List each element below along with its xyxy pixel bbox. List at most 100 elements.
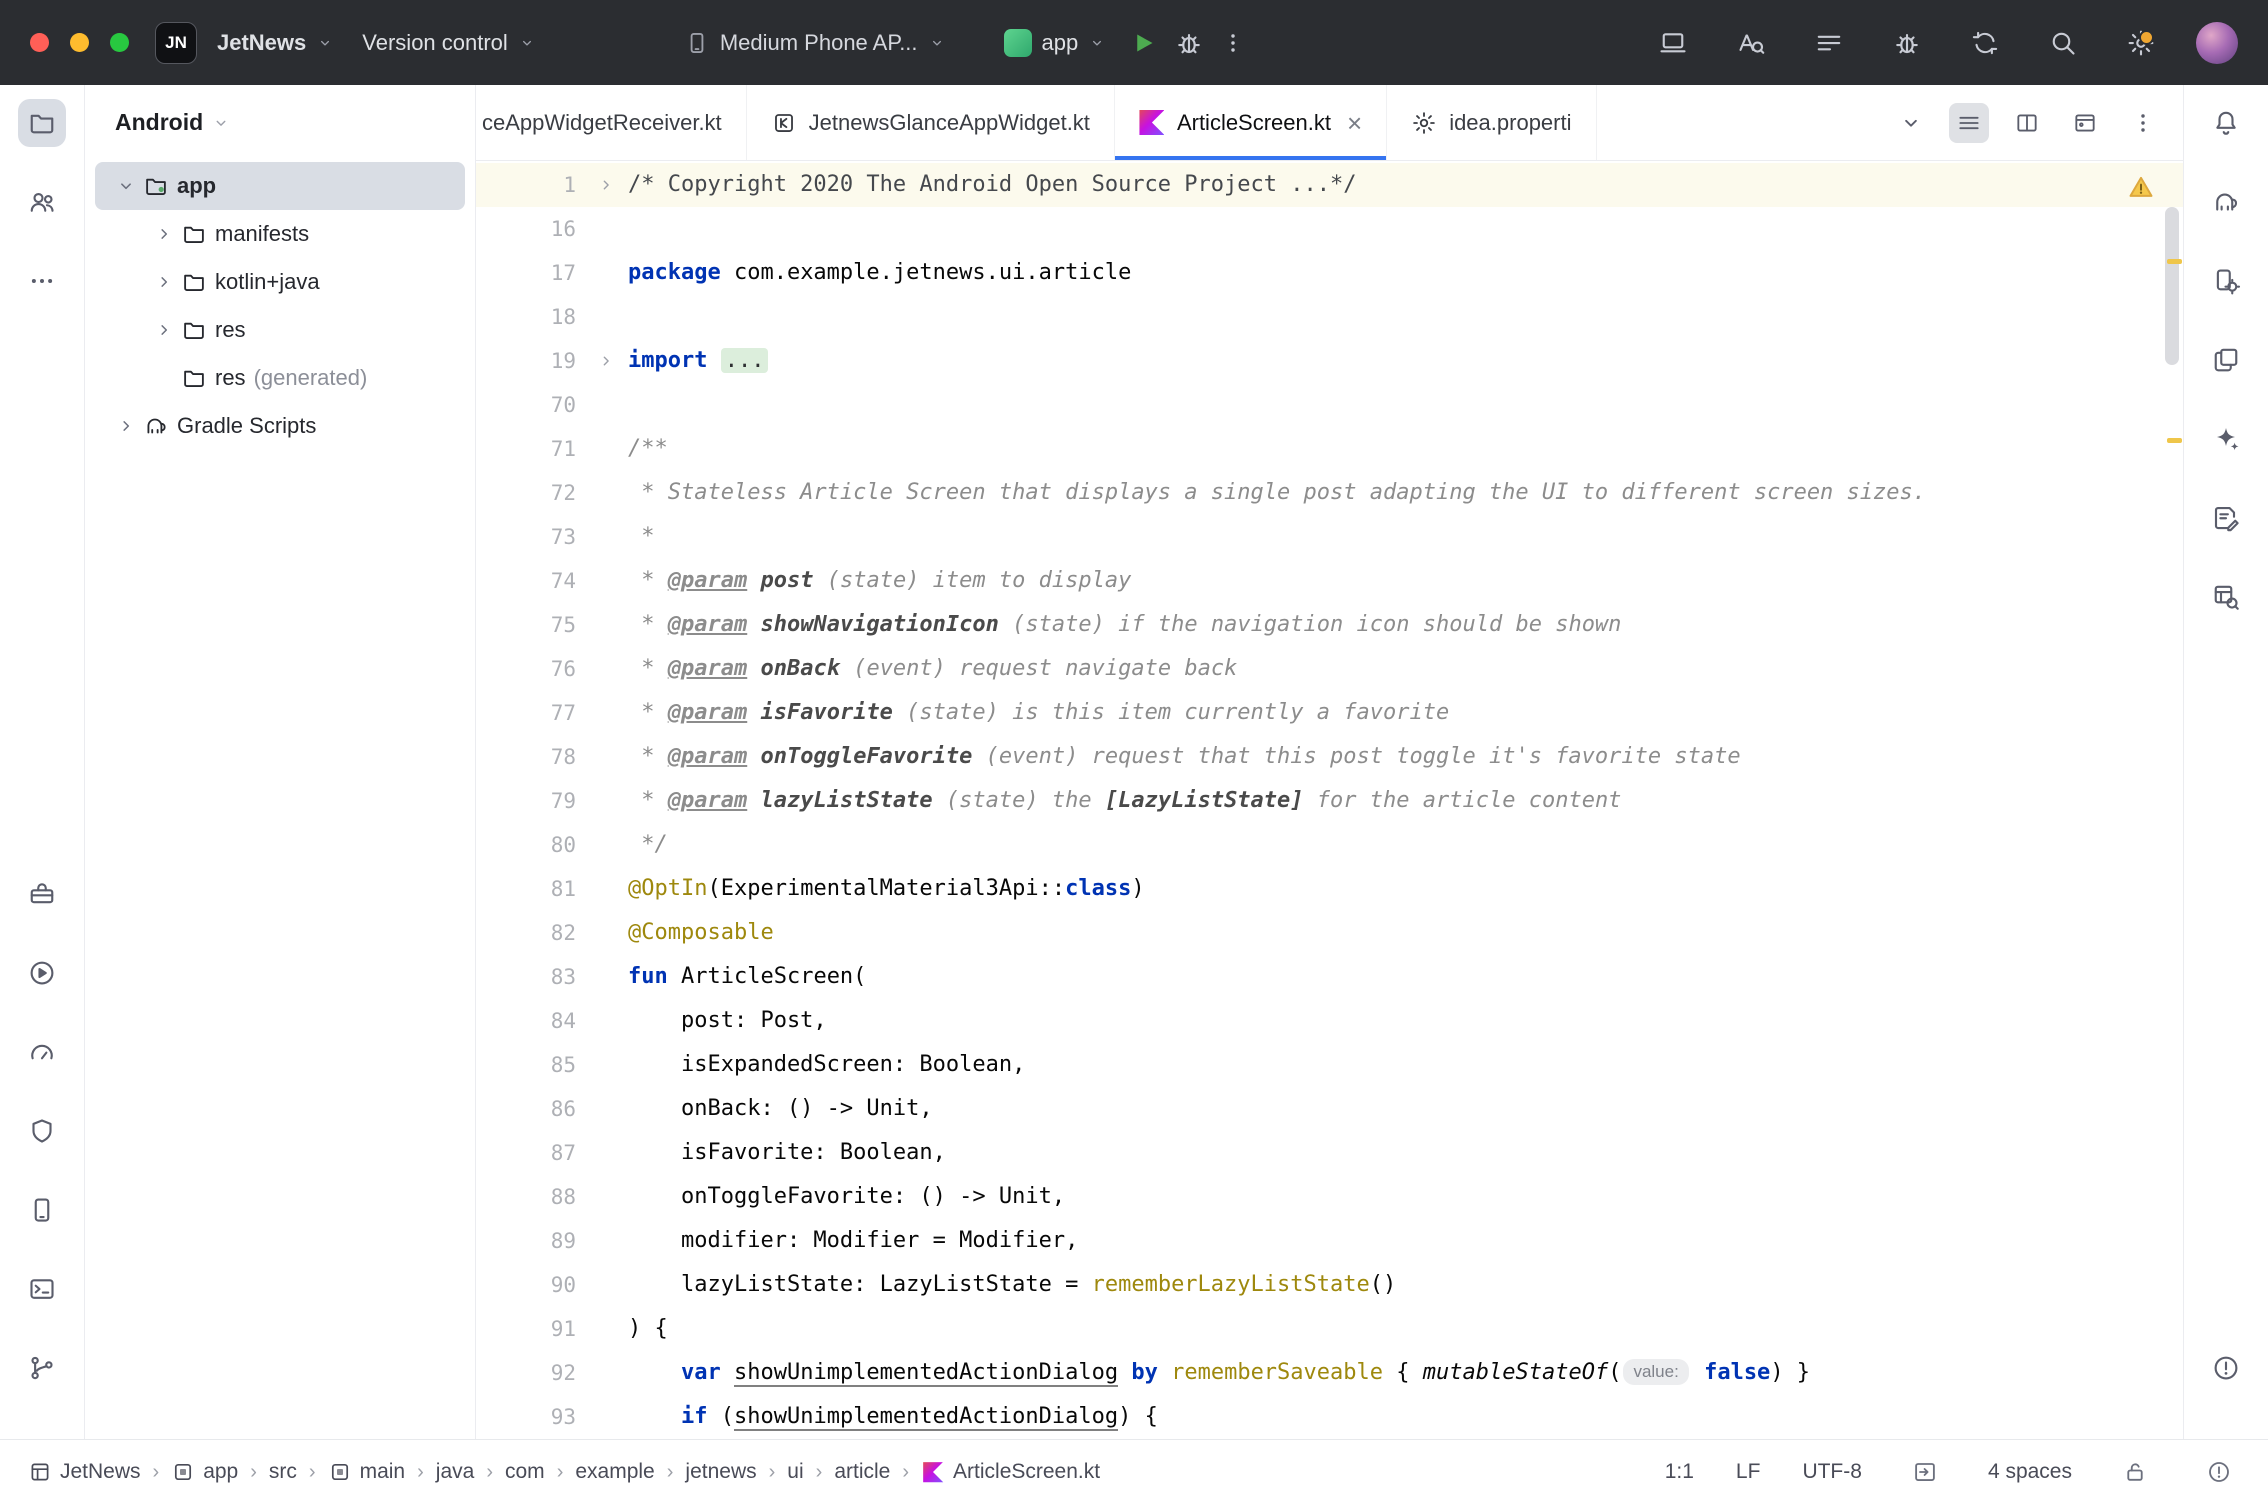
build-variants-toolwindow-button[interactable] xyxy=(2202,336,2250,384)
breadcrumb-com[interactable]: com xyxy=(505,1460,545,1484)
hidden-tabs-button[interactable] xyxy=(1891,103,1931,143)
tree-item-kotlin-java[interactable]: kotlin+java xyxy=(95,258,465,306)
running-devices-toolwindow-button[interactable] xyxy=(2202,494,2250,542)
collab-toolwindow-button[interactable] xyxy=(18,178,66,226)
caret-position[interactable]: 1:1 xyxy=(1665,1460,1694,1484)
chevron-right-icon[interactable] xyxy=(147,271,181,293)
tree-item-manifests[interactable]: manifests xyxy=(95,210,465,258)
code-line-71[interactable]: 71/** xyxy=(476,427,2183,471)
breadcrumb-ui[interactable]: ui xyxy=(787,1460,803,1484)
build-toolwindow-button[interactable] xyxy=(18,870,66,918)
search-everywhere-button[interactable] xyxy=(2040,20,2086,66)
run-button[interactable] xyxy=(1120,20,1166,66)
version-control-toolwindow-button[interactable] xyxy=(18,1344,66,1392)
code-line-88[interactable]: 88 onToggleFavorite: () -> Unit, xyxy=(476,1175,2183,1219)
fold-chevron-icon[interactable] xyxy=(584,339,628,383)
indent-button[interactable] xyxy=(1904,1451,1946,1493)
code-line-82[interactable]: 82@Composable xyxy=(476,911,2183,955)
code-line-89[interactable]: 89 modifier: Modifier = Modifier, xyxy=(476,1219,2183,1263)
code-line-75[interactable]: 75 * @param showNavigationIcon (state) i… xyxy=(476,603,2183,647)
indent-size[interactable]: 4 spaces xyxy=(1988,1460,2072,1484)
zoom-button[interactable] xyxy=(110,33,129,52)
settings-button[interactable] xyxy=(2118,20,2164,66)
code-line-79[interactable]: 79 * @param lazyListState (state) the [L… xyxy=(476,779,2183,823)
code-line-70[interactable]: 70 xyxy=(476,383,2183,427)
code-line-77[interactable]: 77 * @param isFavorite (state) is this i… xyxy=(476,691,2183,735)
code-line-16[interactable]: 16 xyxy=(476,207,2183,251)
editor-tab-ceappwidgetreceiver-kt[interactable]: ceAppWidgetReceiver.kt xyxy=(476,85,747,160)
profiler-toolwindow-button[interactable] xyxy=(18,1028,66,1076)
gradle-toolwindow-button[interactable] xyxy=(2202,178,2250,226)
breadcrumb-articlescreen-kt[interactable]: ArticleScreen.kt xyxy=(921,1460,1100,1484)
avatar[interactable] xyxy=(2196,22,2238,64)
run-tool-toolwindow-button[interactable] xyxy=(18,949,66,997)
code-line-84[interactable]: 84 post: Post, xyxy=(476,999,2183,1043)
tab-list-button[interactable] xyxy=(1949,103,1989,143)
breadcrumb-java[interactable]: java xyxy=(436,1460,475,1484)
split-editor-button[interactable] xyxy=(2007,103,2047,143)
tree-item-res[interactable]: res xyxy=(95,306,465,354)
code-line-87[interactable]: 87 isFavorite: Boolean, xyxy=(476,1131,2183,1175)
editor-preview-button[interactable] xyxy=(2065,103,2105,143)
code-line-73[interactable]: 73 * xyxy=(476,515,2183,559)
terminal-toolwindow-button[interactable] xyxy=(18,1265,66,1313)
inspect-code-button[interactable] xyxy=(1728,20,1774,66)
tree-item-res[interactable]: res(generated) xyxy=(95,354,465,402)
debug-button[interactable] xyxy=(1166,20,1212,66)
notifications-toolwindow-button[interactable] xyxy=(2202,99,2250,147)
project-view-toolwindow-button[interactable] xyxy=(18,99,66,147)
editor-tab-idea-properti[interactable]: idea.properti xyxy=(1387,85,1596,160)
project-view-selector[interactable]: Android xyxy=(85,85,475,160)
device-explorer-toolwindow-button[interactable] xyxy=(18,1186,66,1234)
close-button[interactable] xyxy=(30,33,49,52)
code-line-93[interactable]: 93 if (showUnimplementedActionDialog) { xyxy=(476,1395,2183,1439)
device-mirroring-button[interactable] xyxy=(1650,20,1696,66)
code-line-74[interactable]: 74 * @param post (state) item to display xyxy=(476,559,2183,603)
app-quality-insights-toolwindow-button[interactable] xyxy=(18,1107,66,1155)
unlock-button[interactable] xyxy=(2114,1451,2156,1493)
breadcrumb-jetnews[interactable]: JetNews xyxy=(28,1460,141,1484)
code-line-1[interactable]: 1/* Copyright 2020 The Android Open Sour… xyxy=(476,163,2183,207)
project-menu[interactable]: JetNews xyxy=(203,20,348,66)
file-encoding[interactable]: UTF-8 xyxy=(1802,1460,1862,1484)
bug-report-button[interactable] xyxy=(1884,20,1930,66)
chevron-right-icon[interactable] xyxy=(109,415,143,437)
code-line-81[interactable]: 81@OptIn(ExperimentalMaterial3Api::class… xyxy=(476,867,2183,911)
breadcrumb-article[interactable]: article xyxy=(834,1460,890,1484)
breadcrumb-src[interactable]: src xyxy=(269,1460,297,1484)
code-line-86[interactable]: 86 onBack: () -> Unit, xyxy=(476,1087,2183,1131)
run-more-button[interactable] xyxy=(1212,22,1254,64)
chevron-right-icon[interactable] xyxy=(147,319,181,341)
more-tool-windows-toolwindow-button[interactable] xyxy=(18,257,66,305)
tree-item-app[interactable]: app xyxy=(95,162,465,210)
editor-options-button[interactable] xyxy=(2123,103,2163,143)
code-line-85[interactable]: 85 isExpandedScreen: Boolean, xyxy=(476,1043,2183,1087)
task-list-button[interactable] xyxy=(1806,20,1852,66)
code-line-83[interactable]: 83fun ArticleScreen( xyxy=(476,955,2183,999)
close-tab-icon[interactable]: × xyxy=(1347,110,1362,136)
editor-scrollbar[interactable] xyxy=(2165,207,2179,365)
editor-tab-jetnewsglanceappwidget-kt[interactable]: JetnewsGlanceAppWidget.kt xyxy=(747,85,1115,160)
fold-chevron-icon[interactable] xyxy=(584,163,628,207)
breadcrumb-example[interactable]: example xyxy=(575,1460,654,1484)
breadcrumb-jetnews[interactable]: jetnews xyxy=(685,1460,756,1484)
chevron-down-icon[interactable] xyxy=(109,175,143,197)
breadcrumb-app[interactable]: app xyxy=(171,1460,238,1484)
vcs-menu[interactable]: Version control xyxy=(348,20,550,66)
minimize-button[interactable] xyxy=(70,33,89,52)
code-editor[interactable]: 1/* Copyright 2020 The Android Open Sour… xyxy=(476,161,2183,1439)
code-line-78[interactable]: 78 * @param onToggleFavorite (event) req… xyxy=(476,735,2183,779)
breadcrumb-main[interactable]: main xyxy=(328,1460,406,1484)
code-line-80[interactable]: 80 */ xyxy=(476,823,2183,867)
sync-project-button[interactable] xyxy=(1962,20,2008,66)
run-config-selector[interactable]: app xyxy=(990,19,1121,67)
code-line-17[interactable]: 17package com.example.jetnews.ui.article xyxy=(476,251,2183,295)
layout-inspector-toolwindow-button[interactable] xyxy=(2202,573,2250,621)
code-line-72[interactable]: 72 * Stateless Article Screen that displ… xyxy=(476,471,2183,515)
code-line-18[interactable]: 18 xyxy=(476,295,2183,339)
editor-tab-articlescreen-kt[interactable]: ArticleScreen.kt× xyxy=(1115,85,1387,160)
device-selector[interactable]: Medium Phone AP... xyxy=(670,20,960,66)
tree-item-gradle-scripts[interactable]: Gradle Scripts xyxy=(95,402,465,450)
gemini-toolwindow-button[interactable] xyxy=(2202,415,2250,463)
problems-toolwindow-button[interactable] xyxy=(2202,1344,2250,1392)
